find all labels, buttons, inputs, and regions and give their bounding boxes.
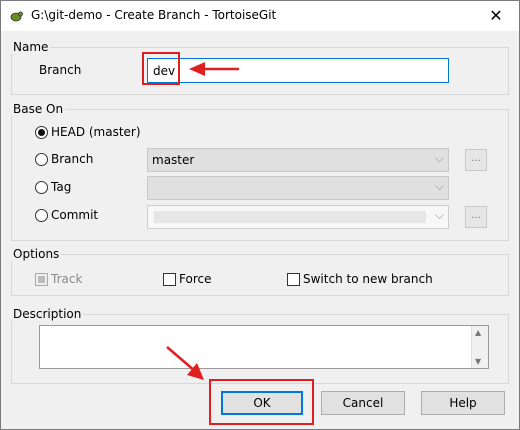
- arrow-to-branch: [189, 62, 239, 76]
- annotation-arrows: [166, 62, 239, 380]
- arrow-to-ok: [166, 346, 204, 380]
- create-branch-dialog: G:\git-demo - Create Branch - TortoiseGi…: [0, 0, 520, 430]
